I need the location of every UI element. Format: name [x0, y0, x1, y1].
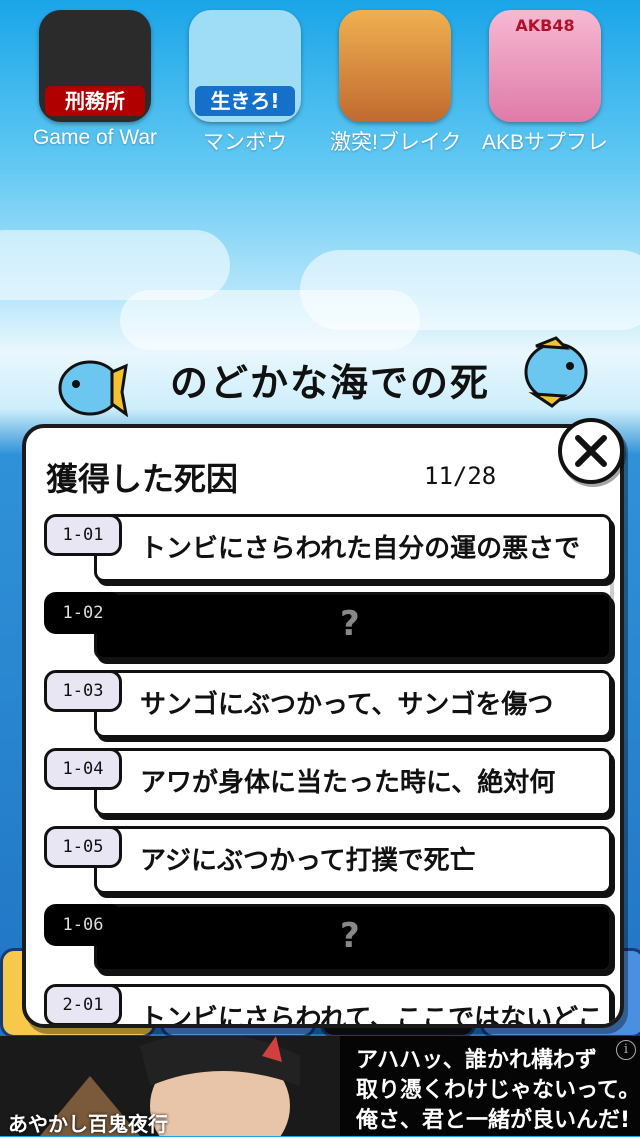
sunfish-icon: [524, 336, 588, 408]
app-icon-caption: 刑務所: [45, 86, 145, 116]
cloud: [120, 290, 420, 350]
row-id-tag: 1-02: [44, 592, 122, 634]
ad-text-line: アハハッ、誰かれ構わず: [356, 1048, 597, 1073]
row-id-tag: 1-01: [44, 514, 122, 556]
modal-title: 獲得した死因: [46, 460, 239, 498]
app-icon-caption: 生きろ!: [195, 86, 295, 116]
locked-question-mark: ?: [340, 916, 360, 956]
row-text: アワが身体に当たった時に、絶対何: [140, 768, 556, 798]
app-name: マンボウ: [203, 131, 287, 154]
sunfish-icon: [58, 360, 128, 418]
app-name: AKBサプフレ: [481, 131, 609, 154]
row-text: トンビにさらわれた自分の運の悪さで: [140, 534, 581, 564]
app-name: 激突!ブレイク学園: [330, 131, 460, 154]
app-promo-item[interactable]: 生きろ! マンボウ: [180, 10, 310, 156]
ad-logo: あやかし百鬼夜行: [8, 1112, 168, 1136]
row-text: トンビにさらわれて、ここではないどこ: [140, 1004, 600, 1028]
akb-game-icon[interactable]: AKB48: [489, 10, 601, 122]
death-cause-row[interactable]: 2-01 トンビにさらわれて、ここではないどこ: [40, 978, 612, 1028]
row-text: アジにぶつかって打撲で死亡: [140, 846, 476, 876]
info-icon[interactable]: i: [616, 1040, 636, 1060]
app-icon-caption: AKB48: [515, 16, 575, 35]
death-cause-row[interactable]: 1-03 サンゴにぶつかって、サンゴを傷つ: [40, 664, 612, 740]
locked-question-mark: ?: [340, 604, 360, 644]
death-cause-row[interactable]: 1-04 アワが身体に当たった時に、絶対何: [40, 742, 612, 818]
close-button[interactable]: [558, 418, 624, 484]
app-promo-item[interactable]: 刑務所 Game of War: [30, 10, 160, 150]
death-cause-row-locked[interactable]: 1-02 ?: [40, 586, 612, 662]
row-id-tag: 2-01: [44, 984, 122, 1024]
death-cause-modal: 獲得した死因 11/28 1-01 トンビにさらわれた自分の運の悪さで 1-02…: [22, 424, 624, 1028]
prison-game-icon[interactable]: 刑務所: [39, 10, 151, 122]
death-cause-row[interactable]: 1-05 アジにぶつかって打撲で死亡: [40, 820, 612, 896]
death-cause-row-locked[interactable]: 1-06 ?: [40, 898, 612, 974]
row-id-tag: 1-04: [44, 748, 122, 790]
ad-text-line: 俺さ、君と一緒が良いんだ!: [356, 1108, 631, 1133]
app-name: Game of War: [32, 126, 158, 149]
app-promo-bar: 刑務所 Game of War 生きろ! マンボウ 激突!ブレイク学園 AKB4…: [0, 0, 640, 170]
row-id-tag: 1-05: [44, 826, 122, 868]
close-icon: [575, 435, 607, 467]
row-text: サンゴにぶつかって、サンゴを傷つ: [140, 690, 554, 720]
sunfish-game-icon[interactable]: 生きろ!: [189, 10, 301, 122]
break-academy-game-icon[interactable]: [339, 10, 451, 122]
ad-text-line: 取り憑くわけじゃないって。: [356, 1078, 640, 1103]
row-id-tag: 1-06: [44, 904, 122, 946]
death-cause-row[interactable]: 1-01 トンビにさらわれた自分の運の悪さで: [40, 508, 612, 584]
stage-title: のどかな海での死: [169, 361, 490, 405]
app-promo-item[interactable]: 激突!ブレイク学園: [330, 10, 460, 156]
app-promo-item[interactable]: AKB48 AKBサプフレ: [480, 10, 610, 156]
row-id-tag: 1-03: [44, 670, 122, 712]
collected-count: 11/28: [424, 462, 497, 490]
